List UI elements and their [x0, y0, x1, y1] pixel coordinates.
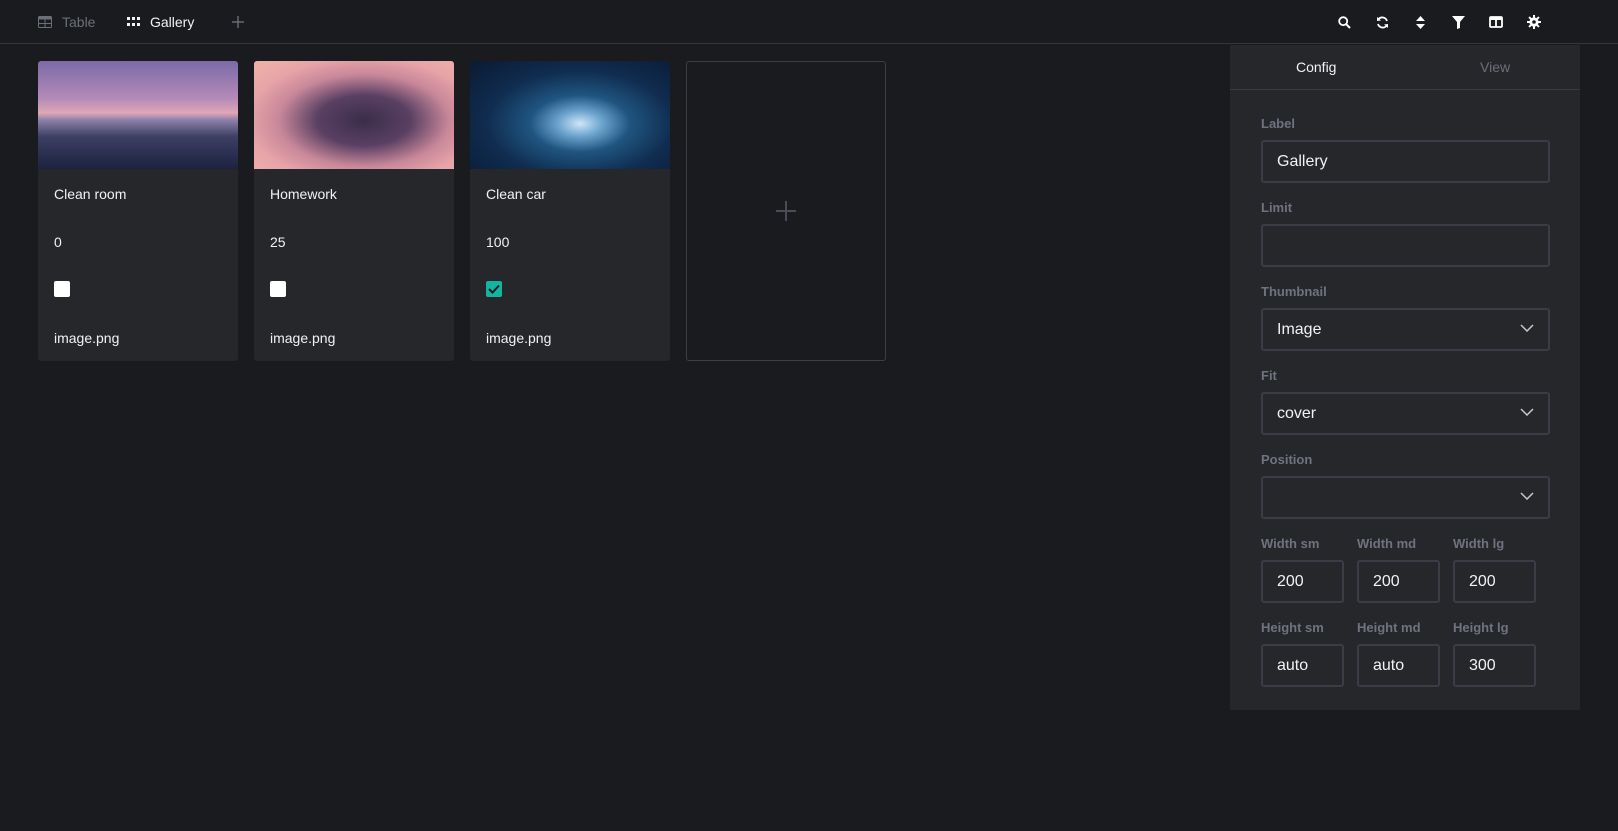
- card-file[interactable]: image.png: [270, 330, 335, 346]
- gallery-card[interactable]: Homework 25 image.png: [254, 61, 454, 361]
- thumbnail-select-value: Image: [1277, 320, 1322, 338]
- tab-gallery[interactable]: Gallery: [127, 0, 194, 44]
- card-thumbnail: [38, 61, 238, 169]
- filter-icon: [1451, 15, 1465, 29]
- tab-table-label: Table: [62, 14, 96, 30]
- card-value: 25: [270, 234, 286, 250]
- card-checkbox[interactable]: [270, 281, 286, 297]
- card-checkbox[interactable]: [486, 281, 502, 297]
- columns-button[interactable]: [1486, 12, 1506, 32]
- position-field-label: Position: [1261, 452, 1313, 467]
- width-sm-input[interactable]: 200: [1261, 560, 1344, 603]
- card-title: Homework: [270, 186, 337, 202]
- tab-gallery-label: Gallery: [150, 14, 195, 30]
- tab-config[interactable]: Config: [1296, 59, 1336, 75]
- card-thumbnail: [254, 61, 454, 169]
- chevron-down-icon: [1520, 324, 1534, 332]
- add-card-button[interactable]: [686, 61, 886, 361]
- card-file[interactable]: image.png: [54, 330, 119, 346]
- height-sm-label: Height sm: [1261, 620, 1324, 635]
- label-input[interactable]: Gallery: [1261, 140, 1550, 183]
- width-md-value: 200: [1373, 572, 1400, 590]
- width-lg-input[interactable]: 200: [1453, 560, 1536, 603]
- width-md-label: Width md: [1357, 536, 1417, 551]
- thumbnail-field-label: Thumbnail: [1261, 284, 1327, 299]
- panel-tabs: Config View: [1230, 45, 1580, 90]
- add-view-button[interactable]: [226, 10, 250, 34]
- refresh-icon: [1376, 16, 1388, 28]
- refresh-button[interactable]: [1372, 12, 1392, 32]
- sort-icon: [1415, 15, 1425, 29]
- filter-button[interactable]: [1448, 12, 1468, 32]
- label-input-value: Gallery: [1277, 152, 1328, 170]
- search-icon: [1337, 15, 1351, 29]
- width-sm-label: Width sm: [1261, 536, 1320, 551]
- sort-button[interactable]: [1410, 12, 1430, 32]
- search-button[interactable]: [1334, 12, 1354, 32]
- gallery-card[interactable]: Clean room 0 image.png: [38, 61, 238, 361]
- width-sm-value: 200: [1277, 572, 1304, 590]
- height-lg-value: 300: [1469, 656, 1496, 674]
- label-field-label: Label: [1261, 116, 1295, 131]
- card-value: 0: [54, 234, 62, 250]
- plus-icon: [232, 16, 244, 28]
- tab-table[interactable]: Table: [38, 0, 95, 44]
- height-md-input[interactable]: auto: [1357, 644, 1440, 687]
- chevron-down-icon: [1520, 408, 1534, 416]
- table-icon: [38, 16, 52, 28]
- limit-input[interactable]: [1261, 224, 1550, 267]
- chevron-down-icon: [1520, 492, 1534, 500]
- card-file[interactable]: image.png: [486, 330, 551, 346]
- height-md-label: Height md: [1357, 620, 1421, 635]
- top-bar: Table Gallery: [0, 0, 1618, 44]
- thumbnail-select[interactable]: Image: [1261, 308, 1550, 351]
- gallery-card[interactable]: Clean car 100 image.png: [470, 61, 670, 361]
- position-select[interactable]: [1261, 476, 1550, 519]
- tab-view[interactable]: View: [1480, 59, 1510, 75]
- card-title: Clean car: [486, 186, 546, 202]
- limit-field-label: Limit: [1261, 200, 1293, 215]
- height-md-value: auto: [1373, 656, 1405, 674]
- width-lg-value: 200: [1469, 572, 1496, 590]
- fit-select-value: cover: [1277, 404, 1317, 422]
- card-value: 100: [486, 234, 510, 250]
- plus-icon: [776, 201, 796, 221]
- height-sm-input[interactable]: auto: [1261, 644, 1344, 687]
- toolbar: [1334, 12, 1544, 32]
- settings-button[interactable]: [1524, 12, 1544, 32]
- grid-icon: [127, 17, 140, 27]
- card-title: Clean room: [54, 186, 127, 202]
- view-settings-panel: Config View Label Gallery Limit Thumbnai…: [1230, 45, 1580, 710]
- card-checkbox[interactable]: [54, 281, 70, 297]
- width-md-input[interactable]: 200: [1357, 560, 1440, 603]
- gallery-grid: Clean room 0 image.png Homework 25 image…: [38, 61, 886, 361]
- card-thumbnail: [470, 61, 670, 169]
- fit-select[interactable]: cover: [1261, 392, 1550, 435]
- fit-field-label: Fit: [1261, 368, 1277, 383]
- height-sm-value: auto: [1277, 656, 1309, 674]
- width-lg-label: Width lg: [1453, 536, 1505, 551]
- columns-icon: [1489, 16, 1503, 28]
- checkmark-icon: [488, 284, 500, 294]
- settings-icon: [1527, 15, 1541, 29]
- height-lg-label: Height lg: [1453, 620, 1509, 635]
- height-lg-input[interactable]: 300: [1453, 644, 1536, 687]
